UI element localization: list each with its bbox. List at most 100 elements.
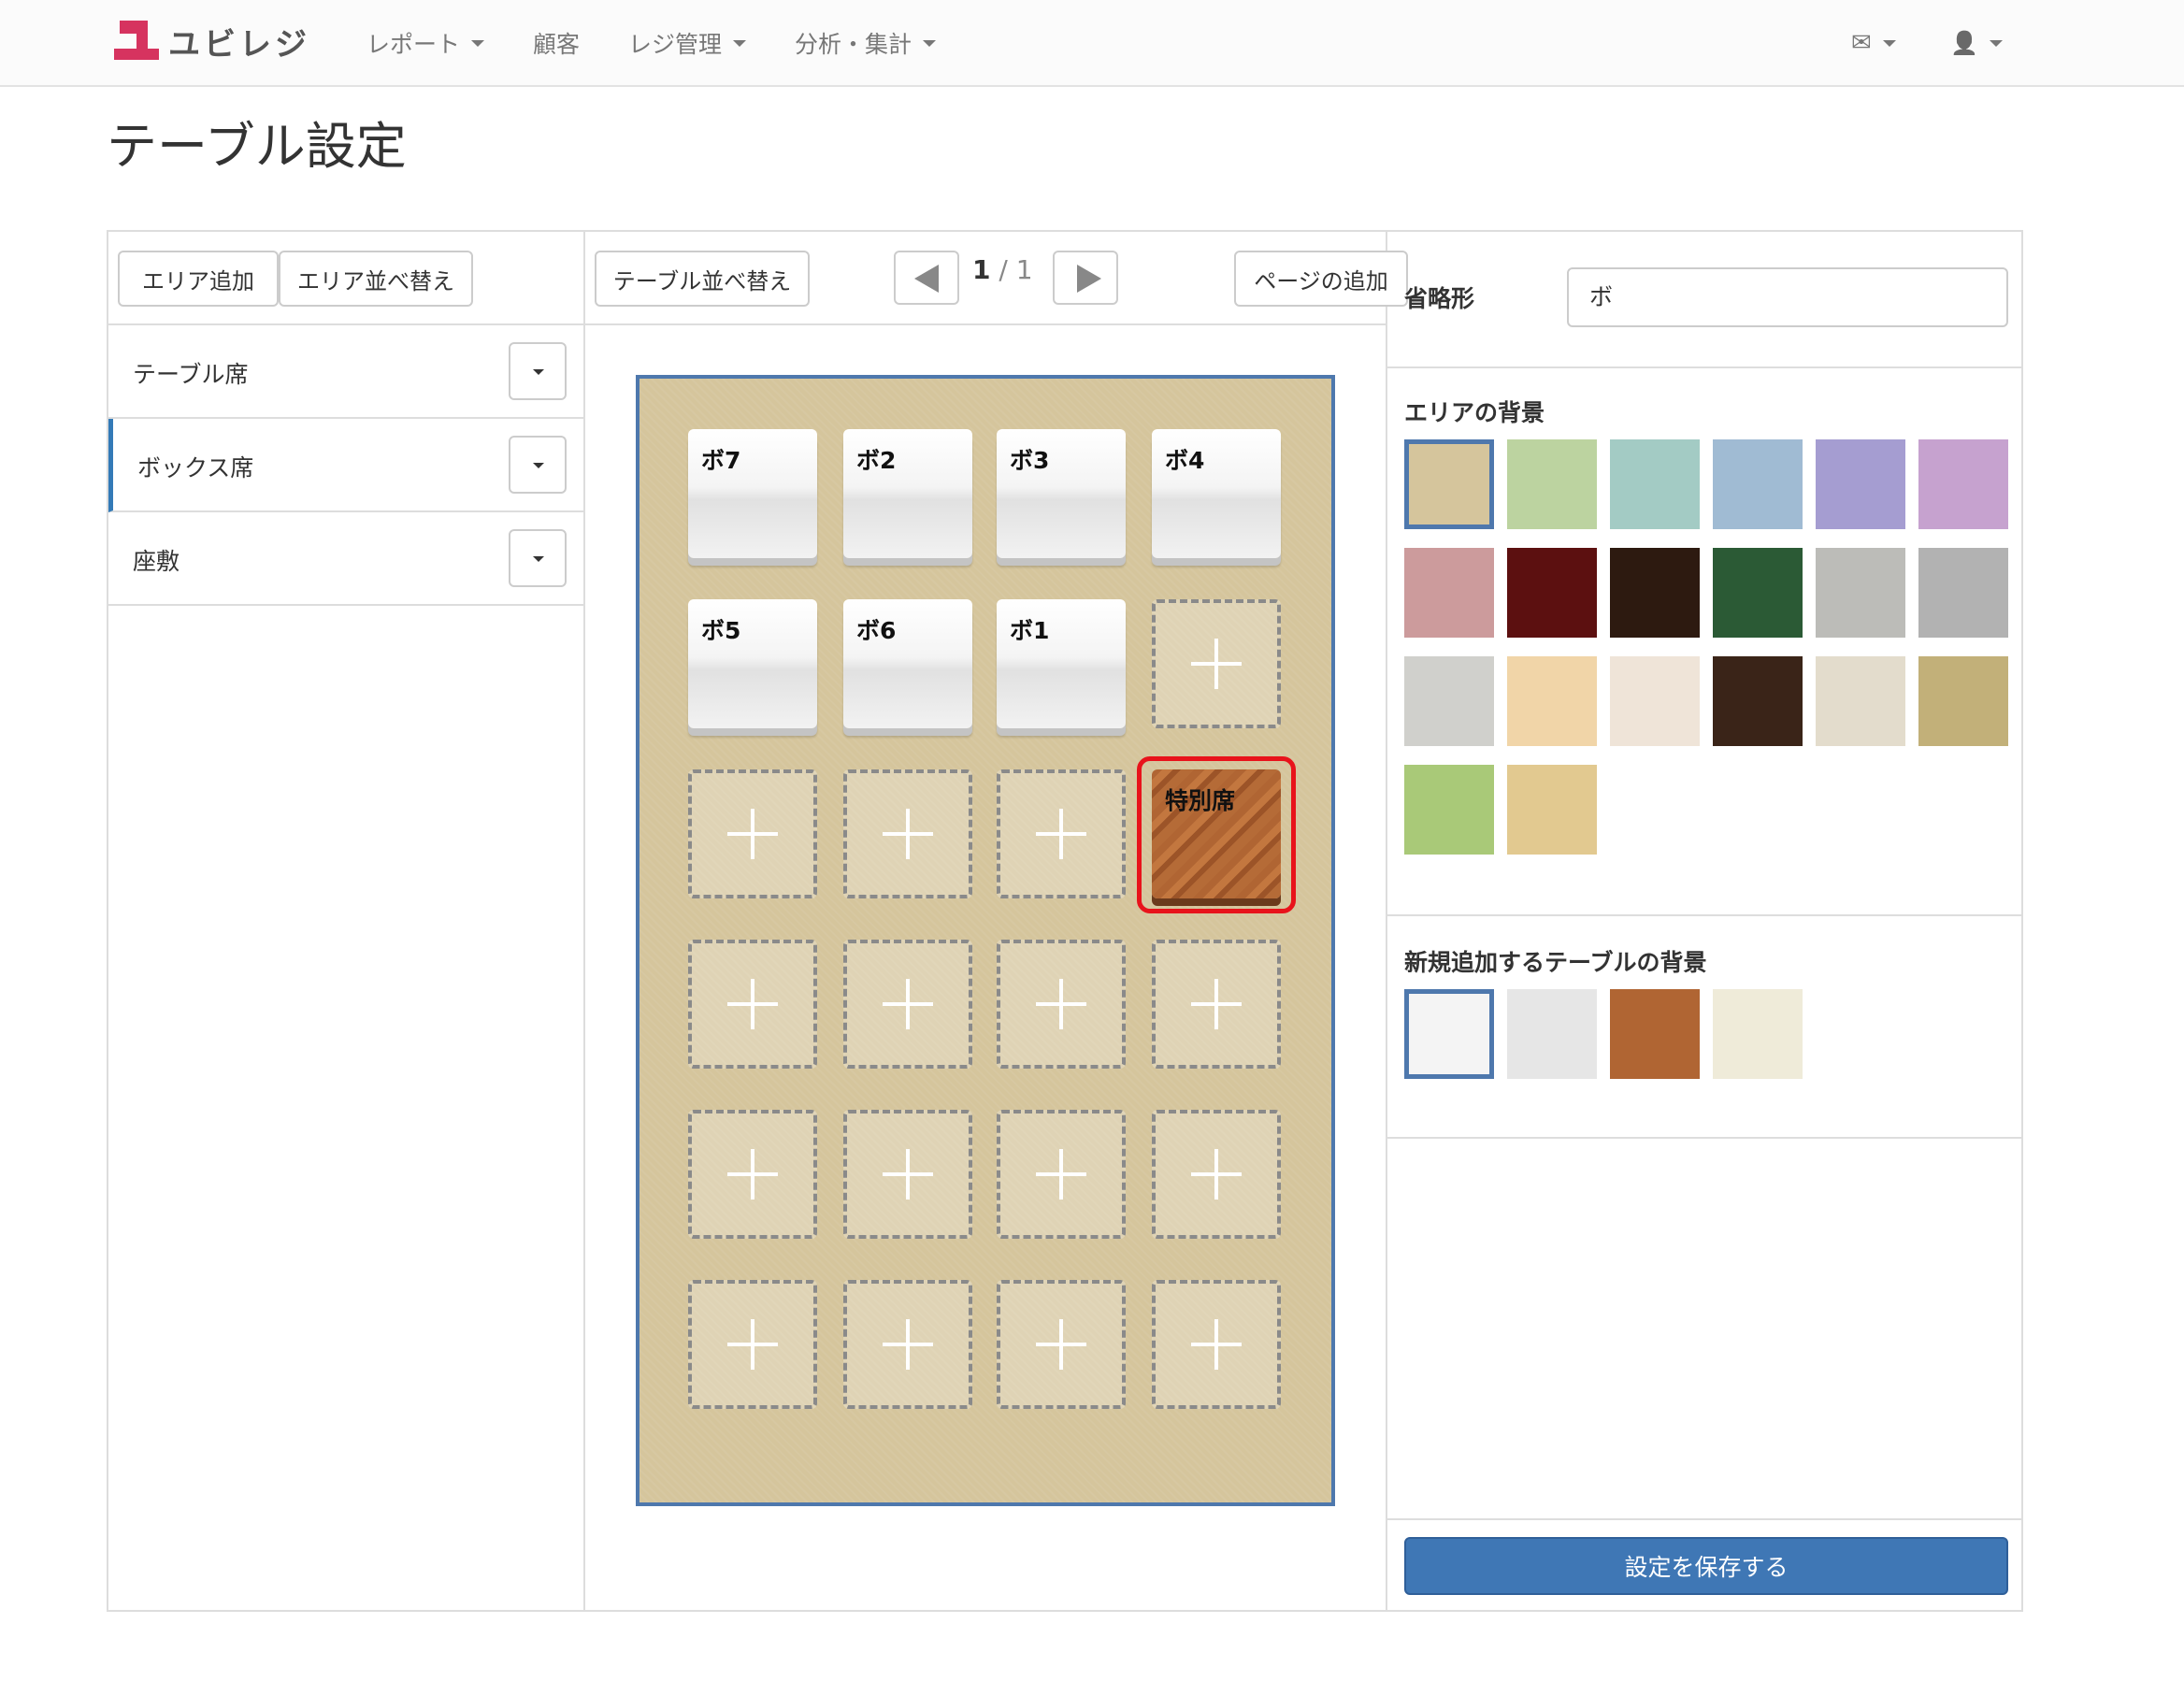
area-background-swatch[interactable] bbox=[1713, 548, 1803, 638]
area-item-label: ボックス席 bbox=[137, 454, 254, 481]
area-toolbar: エリア追加 エリア並べ替え bbox=[108, 232, 583, 325]
current-page: 1 bbox=[972, 254, 991, 285]
area-background-swatch[interactable] bbox=[1404, 439, 1494, 529]
add-table-slot[interactable] bbox=[1152, 1110, 1281, 1239]
table-name: ボ2 bbox=[856, 447, 897, 474]
save-divider bbox=[1387, 1518, 2021, 1520]
area-background-swatch[interactable] bbox=[1404, 548, 1494, 638]
floor-canvas[interactable]: ボ7 ボ2 ボ3 ボ4 ボ5 ボ6 ボ1 特別席 bbox=[636, 375, 1335, 1506]
area-background-swatch[interactable] bbox=[1610, 548, 1700, 638]
menu-report[interactable]: レポート bbox=[366, 24, 485, 62]
area-dropdown-button[interactable] bbox=[509, 436, 567, 494]
area-item-zashiki[interactable]: 座敷 bbox=[108, 512, 583, 606]
brand-mark-icon bbox=[114, 21, 159, 62]
menu-customers[interactable]: 顧客 bbox=[533, 24, 580, 62]
table-tile[interactable]: ボ4 bbox=[1152, 429, 1281, 558]
add-table-slot[interactable] bbox=[688, 1110, 817, 1239]
add-table-slot[interactable] bbox=[843, 769, 972, 898]
menu-register-label: レジ管理 bbox=[628, 31, 723, 58]
add-table-slot[interactable] bbox=[843, 1280, 972, 1409]
add-table-slot[interactable] bbox=[843, 1110, 972, 1239]
caret-down-icon bbox=[923, 39, 937, 47]
add-table-slot[interactable] bbox=[997, 940, 1126, 1069]
caret-down-icon bbox=[1989, 39, 2003, 47]
add-table-slot[interactable] bbox=[1152, 599, 1281, 728]
table-tile[interactable]: ボ6 bbox=[843, 599, 972, 728]
plus-icon bbox=[1191, 979, 1242, 1029]
table-background-swatch[interactable] bbox=[1404, 989, 1494, 1079]
area-background-swatch[interactable] bbox=[1918, 548, 2008, 638]
menu-customers-label: 顧客 bbox=[533, 31, 581, 58]
plus-icon bbox=[727, 809, 778, 859]
top-navbar: ユビレジ レポート 顧客 レジ管理 分析・集計 ✉ 👤 bbox=[0, 0, 2184, 87]
add-table-slot[interactable] bbox=[843, 940, 972, 1069]
page-indicator: 1 / 1 bbox=[972, 254, 1033, 285]
page-separator: / bbox=[990, 254, 1016, 285]
area-background-swatch[interactable] bbox=[1816, 548, 1905, 638]
save-settings-button[interactable]: 設定を保存する bbox=[1404, 1537, 2008, 1595]
table-background-swatch[interactable] bbox=[1713, 989, 1803, 1079]
add-table-slot[interactable] bbox=[688, 940, 817, 1069]
add-table-slot[interactable] bbox=[997, 769, 1126, 898]
table-name: 特別席 bbox=[1165, 787, 1236, 814]
area-background-swatch[interactable] bbox=[1610, 439, 1700, 529]
add-table-slot[interactable] bbox=[688, 769, 817, 898]
add-table-slot[interactable] bbox=[688, 1280, 817, 1409]
next-page-button[interactable] bbox=[1053, 251, 1118, 305]
triangle-right-icon bbox=[1077, 265, 1101, 293]
user-menu[interactable]: 👤 bbox=[1950, 24, 2003, 62]
table-background-swatch[interactable] bbox=[1507, 989, 1597, 1079]
add-table-slot[interactable] bbox=[1152, 1280, 1281, 1409]
area-background-swatch[interactable] bbox=[1918, 656, 2008, 746]
user-icon: 👤 bbox=[1950, 30, 1978, 56]
table-tile[interactable]: ボ2 bbox=[843, 429, 972, 558]
area-background-swatch[interactable] bbox=[1816, 656, 1905, 746]
area-background-swatch[interactable] bbox=[1507, 765, 1597, 855]
add-table-slot[interactable] bbox=[997, 1280, 1126, 1409]
plus-icon bbox=[727, 1149, 778, 1200]
table-tile[interactable]: ボ3 bbox=[997, 429, 1126, 558]
area-column: エリア追加 エリア並べ替え テーブル席 ボックス席 座敷 bbox=[108, 232, 585, 1610]
plus-icon bbox=[1191, 639, 1242, 689]
area-background-swatch[interactable] bbox=[1507, 439, 1597, 529]
table-name: ボ3 bbox=[1010, 447, 1050, 474]
brand-name: ユビレジ bbox=[168, 25, 310, 64]
brand-logo[interactable]: ユビレジ bbox=[114, 21, 310, 64]
add-page-button[interactable]: ページの追加 bbox=[1234, 251, 1408, 307]
table-tile[interactable]: ボ1 bbox=[997, 599, 1126, 728]
add-table-slot[interactable] bbox=[997, 1110, 1126, 1239]
sort-tables-button[interactable]: テーブル並べ替え bbox=[595, 251, 810, 307]
area-background-swatch[interactable] bbox=[1816, 439, 1905, 529]
table-tile[interactable]: ボ7 bbox=[688, 429, 817, 558]
area-background-swatch[interactable] bbox=[1507, 548, 1597, 638]
area-background-swatch[interactable] bbox=[1610, 656, 1700, 746]
area-background-swatch[interactable] bbox=[1713, 656, 1803, 746]
table-tile[interactable]: ボ5 bbox=[688, 599, 817, 728]
sort-areas-button[interactable]: エリア並べ替え bbox=[279, 251, 473, 307]
area-background-swatch[interactable] bbox=[1713, 439, 1803, 529]
area-background-swatch[interactable] bbox=[1918, 439, 2008, 529]
area-background-swatch[interactable] bbox=[1404, 656, 1494, 746]
area-dropdown-button[interactable] bbox=[509, 529, 567, 587]
plus-icon bbox=[883, 809, 933, 859]
area-background-swatch[interactable] bbox=[1404, 765, 1494, 855]
abbrev-input[interactable]: ボ bbox=[1567, 267, 2008, 327]
menu-analytics[interactable]: 分析・集計 bbox=[795, 24, 937, 62]
area-item-box[interactable]: ボックス席 bbox=[108, 419, 583, 512]
area-background-section: エリアの背景 bbox=[1387, 368, 2021, 916]
area-background-swatch[interactable] bbox=[1507, 656, 1597, 746]
table-tile[interactable]: 特別席 bbox=[1152, 769, 1281, 898]
area-item-table[interactable]: テーブル席 bbox=[108, 325, 583, 419]
add-area-button[interactable]: エリア追加 bbox=[118, 251, 279, 307]
plus-icon bbox=[727, 979, 778, 1029]
menu-register-management[interactable]: レジ管理 bbox=[628, 24, 747, 62]
add-table-slot[interactable] bbox=[1152, 940, 1281, 1069]
area-item-label: テーブル席 bbox=[133, 361, 249, 388]
prev-page-button[interactable] bbox=[894, 251, 959, 305]
area-dropdown-button[interactable] bbox=[509, 342, 567, 400]
plus-icon bbox=[1191, 1319, 1242, 1370]
mail-menu[interactable]: ✉ bbox=[1851, 24, 1896, 62]
table-name: ボ7 bbox=[701, 447, 741, 474]
plus-icon bbox=[883, 1149, 933, 1200]
table-background-swatch[interactable] bbox=[1610, 989, 1700, 1079]
